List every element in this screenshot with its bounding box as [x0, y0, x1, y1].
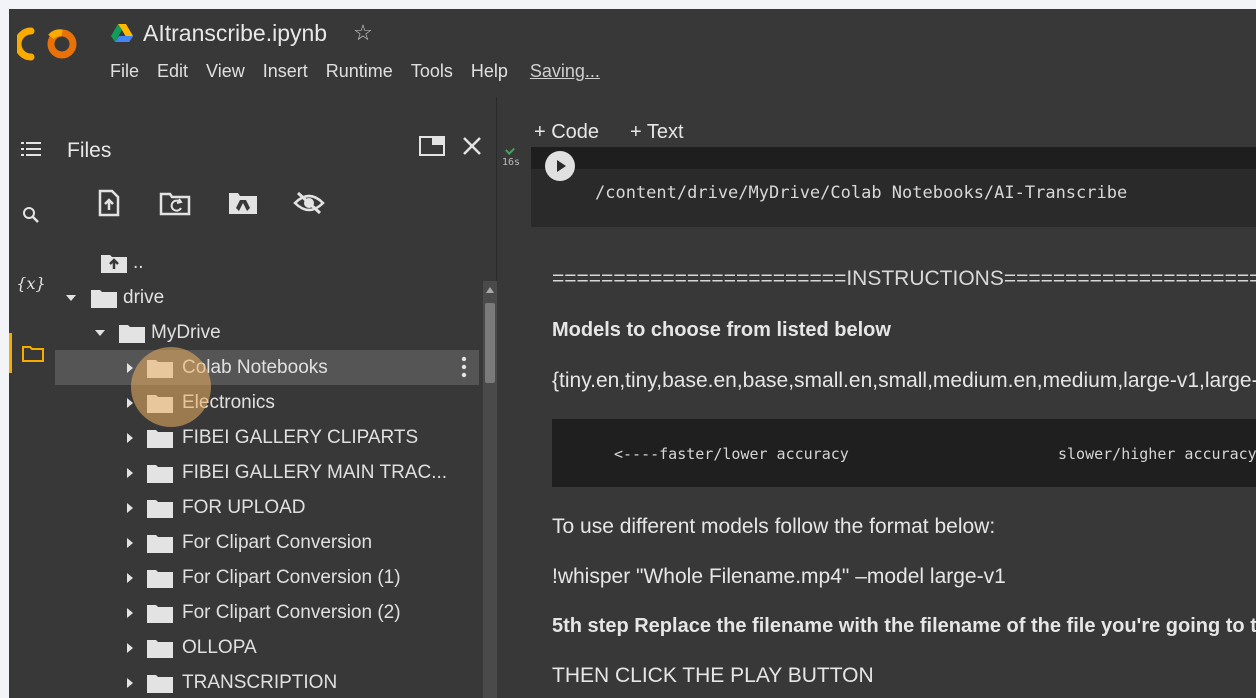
- caret-right-icon[interactable]: [123, 571, 137, 585]
- mount-drive-icon[interactable]: [227, 187, 259, 219]
- caret-right-icon[interactable]: [123, 431, 137, 445]
- folder-icon: [91, 289, 117, 308]
- caret-right-icon[interactable]: [123, 606, 137, 620]
- step-five-text: 5th step Replace the filename with the f…: [552, 615, 1256, 637]
- format-instructions: To use different models follow the forma…: [552, 515, 996, 538]
- colab-window: AItranscribe.ipynb ☆ File Edit View Inse…: [9, 9, 1256, 698]
- tree-label: FIBEI GALLERY CLIPARTS: [182, 426, 419, 448]
- tree-folder-fibei-main[interactable]: FIBEI GALLERY MAIN TRAC...: [53, 455, 481, 490]
- click-indicator: [131, 347, 211, 427]
- tree-folder-electronics[interactable]: Electronics: [53, 385, 481, 420]
- folder-icon: [147, 534, 173, 553]
- whisper-command: !whisper "Whole Filename.mp4" –model lar…: [552, 565, 1006, 588]
- tree-folder-clipart-conversion-1[interactable]: For Clipart Conversion (1): [53, 560, 481, 595]
- code-cell-editor[interactable]: [531, 147, 1256, 169]
- file-tree: .. drive MyDrive Colab Notebooks Electro…: [53, 245, 481, 698]
- folder-icon: [147, 604, 173, 623]
- code-faster-text: <----faster/lower accuracy: [614, 445, 849, 463]
- tree-parent-dir[interactable]: ..: [53, 245, 481, 280]
- more-options-icon[interactable]: [461, 356, 467, 378]
- tree-label: MyDrive: [151, 321, 221, 343]
- menu-edit[interactable]: Edit: [148, 61, 197, 82]
- close-icon[interactable]: [457, 131, 487, 161]
- toc-icon[interactable]: [9, 129, 53, 169]
- folder-icon: [147, 569, 173, 588]
- star-icon[interactable]: ☆: [353, 20, 373, 46]
- tree-label: FOR UPLOAD: [182, 496, 306, 518]
- header: AItranscribe.ipynb ☆ File Edit View Inse…: [9, 9, 1256, 97]
- open-in-tab-icon[interactable]: [417, 131, 447, 161]
- run-cell-button[interactable]: [545, 151, 575, 181]
- title-row: AItranscribe.ipynb ☆: [111, 17, 373, 49]
- output-path-text: /content/drive/MyDrive/Colab Notebooks/A…: [595, 183, 1128, 203]
- tree-folder-clipart-conversion-2[interactable]: For Clipart Conversion (2): [53, 595, 481, 630]
- caret-down-icon[interactable]: [64, 291, 78, 305]
- scrollbar-thumb[interactable]: [485, 303, 495, 383]
- menu-help[interactable]: Help: [462, 61, 517, 82]
- folder-icon: [147, 429, 173, 448]
- tree-folder-colab-notebooks[interactable]: Colab Notebooks: [55, 350, 479, 385]
- files-panel-title: Files: [67, 139, 112, 162]
- folder-up-icon: [101, 254, 127, 273]
- caret-right-icon[interactable]: [123, 536, 137, 550]
- scroll-up-arrow-icon[interactable]: [486, 287, 494, 293]
- menu-file[interactable]: File: [101, 61, 148, 82]
- tree-label: For Clipart Conversion (1): [182, 566, 401, 588]
- menu-insert[interactable]: Insert: [254, 61, 317, 82]
- folder-icon: [119, 324, 145, 343]
- add-code-button[interactable]: + Code: [534, 121, 599, 144]
- code-cell-output: /content/drive/MyDrive/Colab Notebooks/A…: [531, 147, 1256, 227]
- play-button-instruction: THEN CLICK THE PLAY BUTTON: [552, 664, 874, 687]
- add-text-button[interactable]: + Text: [630, 121, 684, 144]
- search-icon[interactable]: [9, 195, 53, 235]
- accuracy-code-block: <----faster/lower accuracy slower/higher…: [552, 419, 1256, 487]
- menu-runtime[interactable]: Runtime: [317, 61, 402, 82]
- tree-folder-transcription[interactable]: TRANSCRIPTION: [53, 665, 481, 698]
- tree-folder-mydrive[interactable]: MyDrive: [53, 315, 481, 350]
- tree-label: For Clipart Conversion (2): [182, 601, 401, 623]
- caret-right-icon[interactable]: [123, 676, 137, 690]
- tree-folder-ollopa[interactable]: OLLOPA: [53, 630, 481, 665]
- upload-file-icon[interactable]: [93, 187, 125, 219]
- tree-folder-for-upload[interactable]: FOR UPLOAD: [53, 490, 481, 525]
- saving-status[interactable]: Saving...: [521, 61, 609, 82]
- caret-right-icon[interactable]: [123, 641, 137, 655]
- left-rail: {x}: [9, 97, 53, 698]
- refresh-folder-icon[interactable]: [159, 187, 191, 219]
- code-slower-text: slower/higher accuracy---->: [1058, 445, 1256, 463]
- notebook-main: + Code + Text 16s /content/drive/MyDrive…: [498, 97, 1256, 698]
- tree-label: For Clipart Conversion: [182, 531, 373, 553]
- menu-view[interactable]: View: [197, 61, 254, 82]
- caret-right-icon[interactable]: [123, 501, 137, 515]
- instructions-divider: ========================INSTRUCTIONS====…: [552, 267, 1256, 290]
- tree-folder-clipart-conversion[interactable]: For Clipart Conversion: [53, 525, 481, 560]
- execution-time: 16s: [502, 157, 521, 168]
- caret-right-icon[interactable]: [123, 466, 137, 480]
- models-heading: Models to choose from listed below: [552, 319, 891, 341]
- folder-icon: [147, 639, 173, 658]
- menu-tools[interactable]: Tools: [402, 61, 462, 82]
- tree-label: FIBEI GALLERY MAIN TRAC...: [182, 461, 448, 483]
- files-folder-icon[interactable]: [9, 333, 53, 373]
- execution-success-icon: [505, 145, 515, 155]
- tree-label: drive: [123, 286, 165, 308]
- menu-bar: File Edit View Insert Runtime Tools Help…: [101, 61, 609, 82]
- notebook-title[interactable]: AItranscribe.ipynb: [143, 20, 327, 47]
- google-drive-icon[interactable]: [111, 23, 133, 43]
- models-list: {tiny.en,tiny,base.en,base,small.en,smal…: [552, 369, 1256, 392]
- files-panel: Files .. drive MyDrive Colab Notebooks E…: [53, 97, 497, 698]
- tree-folder-fibei-cliparts[interactable]: FIBEI GALLERY CLIPARTS: [53, 420, 481, 455]
- hide-hidden-files-icon[interactable]: [293, 187, 325, 219]
- tree-label: ..: [133, 251, 144, 273]
- tree-folder-drive[interactable]: drive: [53, 280, 481, 315]
- file-tree-scrollbar[interactable]: [483, 281, 497, 698]
- tree-label: TRANSCRIPTION: [182, 671, 338, 693]
- tree-label: OLLOPA: [182, 636, 257, 658]
- folder-icon: [147, 674, 173, 693]
- caret-down-icon[interactable]: [93, 326, 107, 340]
- folder-icon: [147, 464, 173, 483]
- colab-logo[interactable]: [17, 25, 83, 63]
- folder-icon: [147, 499, 173, 518]
- variables-icon[interactable]: {x}: [9, 263, 53, 303]
